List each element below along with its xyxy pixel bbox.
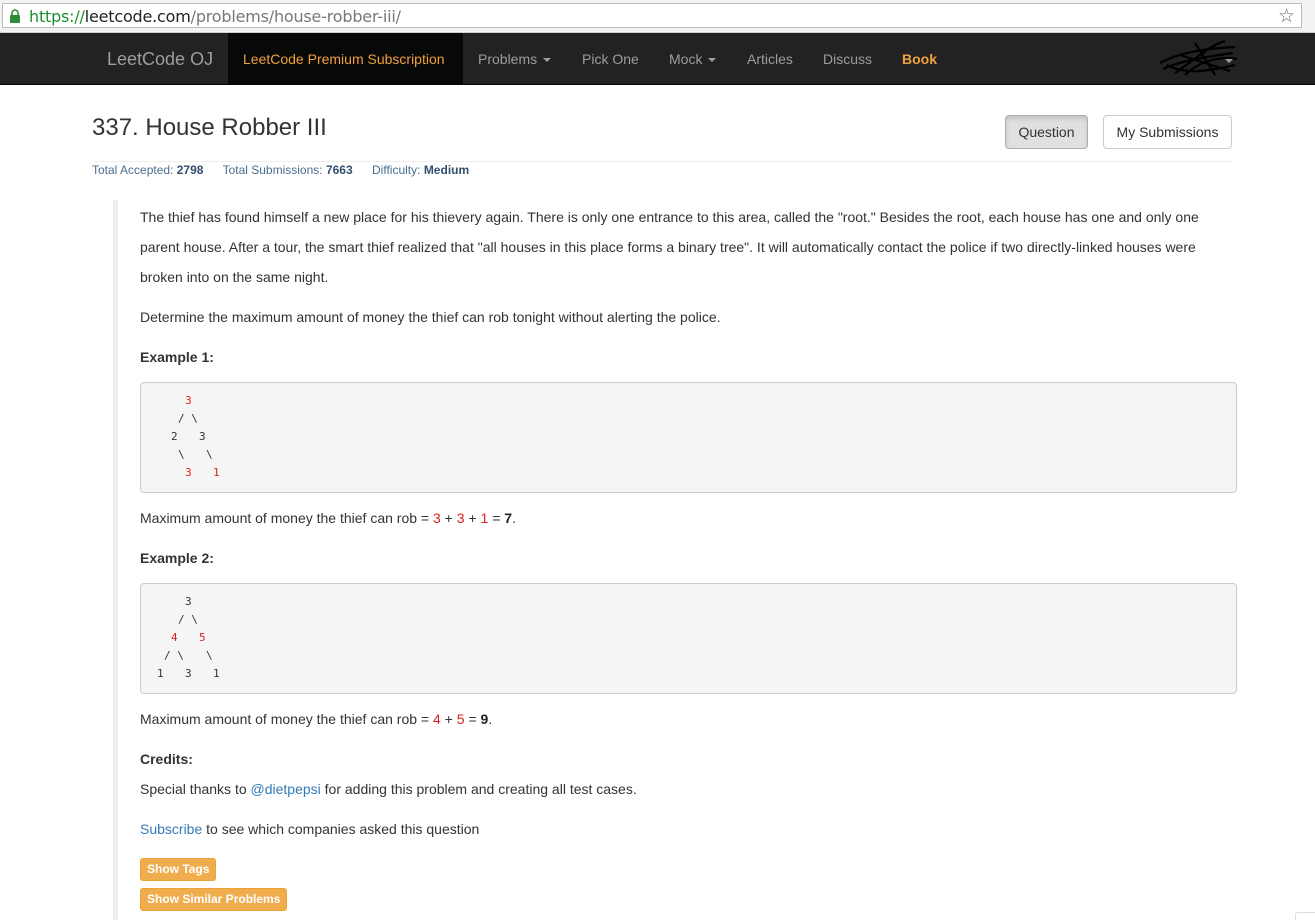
problem-task: Determine the maximum amount of money th… bbox=[140, 309, 721, 325]
chevron-down-icon bbox=[543, 58, 552, 63]
tree-node: 1 bbox=[157, 667, 164, 680]
lock-icon bbox=[10, 9, 20, 23]
example2-result: Maximum amount of money the thief can ro… bbox=[140, 711, 493, 727]
example1-heading: Example 1: bbox=[140, 349, 214, 365]
chevron-down-icon bbox=[708, 58, 717, 63]
problem-stats: Total Accepted: 2798 Total Submissions: … bbox=[92, 163, 469, 177]
tree-node: 3 bbox=[185, 667, 192, 680]
tree-node: 1 bbox=[213, 667, 220, 680]
question-content: The thief has found himself a new place … bbox=[113, 200, 1237, 920]
nav-problems[interactable]: Problems bbox=[478, 33, 552, 84]
difficulty-value: Medium bbox=[423, 163, 470, 177]
browser-address-bar: https://leetcode.com/problems/house-robb… bbox=[0, 0, 1315, 33]
nav-mock[interactable]: Mock bbox=[669, 33, 717, 84]
nav-pick-one[interactable]: Pick One bbox=[582, 33, 639, 84]
url-text: https://leetcode.com/problems/house-robb… bbox=[29, 7, 401, 26]
tree-node: 3 bbox=[199, 430, 206, 443]
nav-articles[interactable]: Articles bbox=[747, 33, 793, 84]
star-icon[interactable]: ☆ bbox=[1278, 5, 1295, 28]
my-submissions-button[interactable]: My Submissions bbox=[1103, 115, 1232, 149]
problem-title: 337. House Robber III bbox=[92, 114, 327, 141]
top-navbar: LeetCode OJ LeetCode Premium Subscriptio… bbox=[0, 33, 1315, 85]
difficulty-label: Difficulty: bbox=[372, 163, 421, 177]
question-tab-button[interactable]: Question bbox=[1005, 115, 1088, 149]
scrollbar-corner bbox=[1295, 912, 1315, 920]
user-menu-redacted[interactable] bbox=[1155, 35, 1240, 81]
divider bbox=[92, 161, 1232, 162]
nav-discuss[interactable]: Discuss bbox=[823, 33, 872, 84]
accepted-label: Total Accepted: bbox=[92, 163, 174, 177]
submissions-value: 7663 bbox=[325, 163, 353, 177]
url-input[interactable]: https://leetcode.com/problems/house-robb… bbox=[2, 3, 1302, 28]
tree-node: 3 bbox=[185, 394, 192, 407]
nav-premium-subscription[interactable]: LeetCode Premium Subscription bbox=[228, 33, 463, 84]
tree-node: 5 bbox=[199, 631, 206, 644]
submissions-label: Total Submissions: bbox=[222, 163, 323, 177]
nav-mock-label: Mock bbox=[669, 51, 703, 67]
example1-tree: 3 / \ 23 \ \ 31 bbox=[140, 382, 1237, 493]
tree-node: 3 bbox=[185, 466, 192, 479]
subscribe-link[interactable]: Subscribe bbox=[140, 821, 202, 837]
example2-heading: Example 2: bbox=[140, 550, 214, 566]
example1-result: Maximum amount of money the thief can ro… bbox=[140, 510, 516, 526]
credits-text: Special thanks to @dietpepsi for adding … bbox=[140, 781, 637, 797]
nav-book[interactable]: Book bbox=[902, 33, 937, 84]
accepted-value: 2798 bbox=[176, 163, 204, 177]
url-scheme: https:// bbox=[29, 7, 85, 26]
nav-problems-label: Problems bbox=[478, 51, 538, 67]
example2-tree: 3 / \ 45 / \ \ 131 bbox=[140, 583, 1237, 694]
brand-logo[interactable]: LeetCode OJ bbox=[107, 49, 213, 70]
url-host: leetcode.com bbox=[84, 7, 191, 26]
tree-node: 2 bbox=[171, 430, 178, 443]
credits-heading: Credits: bbox=[140, 751, 193, 767]
tree-node: 4 bbox=[171, 631, 178, 644]
tree-node: 3 bbox=[185, 595, 192, 608]
url-path: /problems/house-robber-iii/ bbox=[190, 7, 401, 26]
problem-description: The thief has found himself a new place … bbox=[140, 209, 1199, 285]
tree-node: 1 bbox=[213, 466, 220, 479]
subscribe-text: Subscribe to see which companies asked t… bbox=[140, 821, 480, 837]
show-similar-problems-button[interactable]: Show Similar Problems bbox=[140, 888, 288, 911]
credits-user-link[interactable]: @dietpepsi bbox=[251, 781, 321, 797]
show-tags-button[interactable]: Show Tags bbox=[140, 858, 217, 881]
